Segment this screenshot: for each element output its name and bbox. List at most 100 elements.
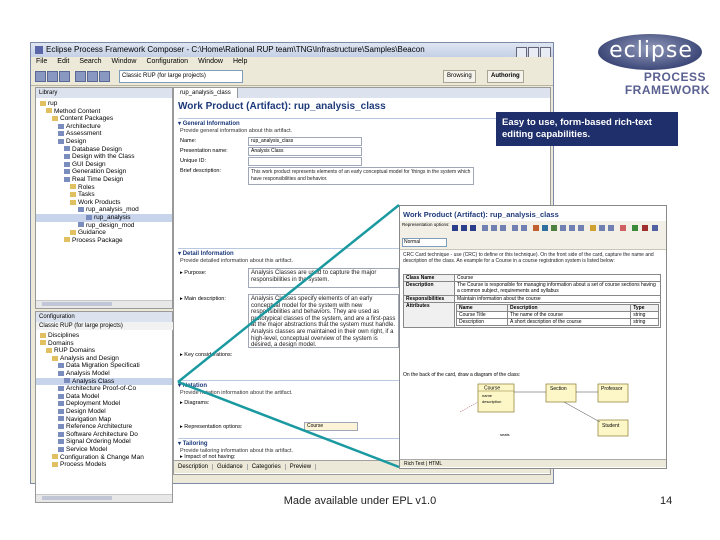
redo-icon[interactable] xyxy=(608,225,614,231)
tree-item[interactable]: Work Products xyxy=(36,199,172,207)
tailoring-heading[interactable]: ▾ Tailoring xyxy=(178,440,208,447)
menu-file[interactable]: File xyxy=(36,58,47,65)
tree-item[interactable]: Design Model xyxy=(36,408,172,416)
tree-item[interactable]: Data Migration Specificati xyxy=(36,362,172,370)
tree-item[interactable]: Software Architecture Do xyxy=(36,431,172,439)
class-diagram[interactable]: Course name description Section Professo… xyxy=(440,382,630,456)
general-information-heading[interactable]: ▾ General Information xyxy=(178,120,240,127)
representation-combo[interactable]: Course xyxy=(304,422,358,431)
tab-preview[interactable]: Preview xyxy=(285,464,317,470)
link-icon[interactable] xyxy=(533,225,539,231)
tree-item[interactable]: Design xyxy=(36,138,172,146)
align-left-icon[interactable] xyxy=(482,225,488,231)
tree-item[interactable]: Process Models xyxy=(36,461,172,469)
paragraph-style-select[interactable]: Normal xyxy=(402,238,447,247)
align-right-icon[interactable] xyxy=(500,225,506,231)
detail-information-heading[interactable]: ▾ Detail Information xyxy=(178,250,234,257)
forward-icon[interactable] xyxy=(99,71,110,82)
tree-item[interactable]: Analysis and Design xyxy=(36,355,172,363)
tab-guidance[interactable]: Guidance xyxy=(213,464,248,470)
copy-icon[interactable] xyxy=(569,225,575,231)
find-icon[interactable] xyxy=(590,225,596,231)
table-icon[interactable] xyxy=(551,225,557,231)
tree-item[interactable]: Service Model xyxy=(36,446,172,454)
tree-item[interactable]: Process Package xyxy=(36,237,172,245)
menu-help[interactable]: Help xyxy=(233,58,247,65)
tree-item[interactable]: rup_design_mod xyxy=(36,222,172,230)
main-description-field[interactable]: Analysis Classes specify elements of an … xyxy=(248,294,399,348)
save-icon[interactable] xyxy=(47,71,58,82)
notation-heading[interactable]: ▾ Notation xyxy=(178,382,207,389)
tree-item[interactable]: Tasks xyxy=(36,191,172,199)
tree-item[interactable]: Architecture xyxy=(36,123,172,131)
tree-item[interactable]: Deployment Model xyxy=(36,400,172,408)
configuration-tab[interactable]: Configuration xyxy=(36,312,172,322)
back-icon[interactable] xyxy=(87,71,98,82)
align-center-icon[interactable] xyxy=(491,225,497,231)
tree-item[interactable]: RUP Domains xyxy=(36,347,172,355)
clear-icon[interactable] xyxy=(642,225,648,231)
tree-item[interactable]: Configuration & Change Man xyxy=(36,454,172,462)
pencil-icon[interactable] xyxy=(632,225,638,231)
tree-item[interactable]: Navigation Map xyxy=(36,416,172,424)
tree-item[interactable]: Database Design xyxy=(36,146,172,154)
tab-description[interactable]: Description xyxy=(174,464,214,470)
library-hscrollbar[interactable] xyxy=(36,300,172,308)
rich-text-paragraph[interactable]: CRC Card technique - use (CRC) to define… xyxy=(403,252,661,265)
numbered-list-icon[interactable] xyxy=(521,225,527,231)
tab-html[interactable]: HTML xyxy=(429,461,443,467)
scroll-thumb[interactable] xyxy=(42,302,112,306)
tree-item[interactable]: Domains xyxy=(36,340,172,348)
tree-item[interactable]: Signal Ordering Model xyxy=(36,438,172,446)
tab-categories[interactable]: Categories xyxy=(247,464,286,470)
expand-icon[interactable] xyxy=(652,225,658,231)
editor-tab[interactable]: rup_analysis_class xyxy=(174,88,238,98)
tree-item-selected[interactable]: Analysis Class xyxy=(36,377,172,386)
crc-card-table[interactable]: Class Name Course Description The Course i… xyxy=(403,273,661,329)
new-icon[interactable] xyxy=(35,71,46,82)
search-icon[interactable] xyxy=(75,71,86,82)
configuration-combo[interactable]: Classic RUP (for large projects) xyxy=(119,70,243,83)
tree-item[interactable]: Reference Architecture xyxy=(36,423,172,431)
cut-icon[interactable] xyxy=(560,225,566,231)
italic-icon[interactable] xyxy=(461,225,467,231)
menu-edit[interactable]: Edit xyxy=(57,58,69,65)
tree-item[interactable]: Method Content xyxy=(36,108,172,116)
tree-item[interactable]: Roles xyxy=(36,184,172,192)
tree-item[interactable]: Architecture Proof-of-Co xyxy=(36,385,172,393)
tree-item[interactable]: Design with the Class xyxy=(36,153,172,161)
tree-item[interactable]: rup xyxy=(36,100,172,108)
perspective-authoring[interactable]: Authoring xyxy=(487,70,524,83)
tree-item[interactable]: Analysis Model xyxy=(36,370,172,378)
color-icon[interactable] xyxy=(620,225,626,231)
menu-window-2[interactable]: Window xyxy=(198,58,223,65)
menu-search[interactable]: Search xyxy=(79,58,101,65)
bold-icon[interactable] xyxy=(452,225,458,231)
tree-item-selected[interactable]: rup_analysis xyxy=(36,213,172,222)
tree-item[interactable]: GUI Design xyxy=(36,161,172,169)
bullet-list-icon[interactable] xyxy=(512,225,518,231)
paste-icon[interactable] xyxy=(578,225,584,231)
tree-item[interactable]: Data Model xyxy=(36,393,172,401)
print-icon[interactable] xyxy=(59,71,70,82)
tree-item[interactable]: Real Time Design xyxy=(36,176,172,184)
brief-description-field[interactable]: This work product represents elements of… xyxy=(248,167,474,185)
menu-window[interactable]: Window xyxy=(112,58,137,65)
tab-rich-text[interactable]: Rich Text xyxy=(404,461,424,467)
tree-item[interactable]: Generation Design xyxy=(36,168,172,176)
tree-item[interactable]: rup_analysis_mod xyxy=(36,206,172,214)
purpose-field[interactable]: Analysis Classes are used to capture the… xyxy=(248,268,399,288)
tree-item[interactable]: Content Packages xyxy=(36,115,172,123)
image-icon[interactable] xyxy=(542,225,548,231)
tree-item[interactable]: Disciplines xyxy=(36,332,172,340)
library-tab[interactable]: Library xyxy=(36,88,172,98)
underline-icon[interactable] xyxy=(470,225,476,231)
tree-item[interactable]: Guidance xyxy=(36,229,172,237)
menu-configuration[interactable]: Configuration xyxy=(146,58,188,65)
unique-id-field[interactable] xyxy=(248,157,362,166)
undo-icon[interactable] xyxy=(599,225,605,231)
perspective-browsing[interactable]: Browsing xyxy=(443,70,476,83)
presentation-name-field[interactable]: Analysis Class xyxy=(248,147,362,156)
tree-item[interactable]: Assessment xyxy=(36,130,172,138)
name-field[interactable]: rup_analysis_class xyxy=(248,137,362,146)
